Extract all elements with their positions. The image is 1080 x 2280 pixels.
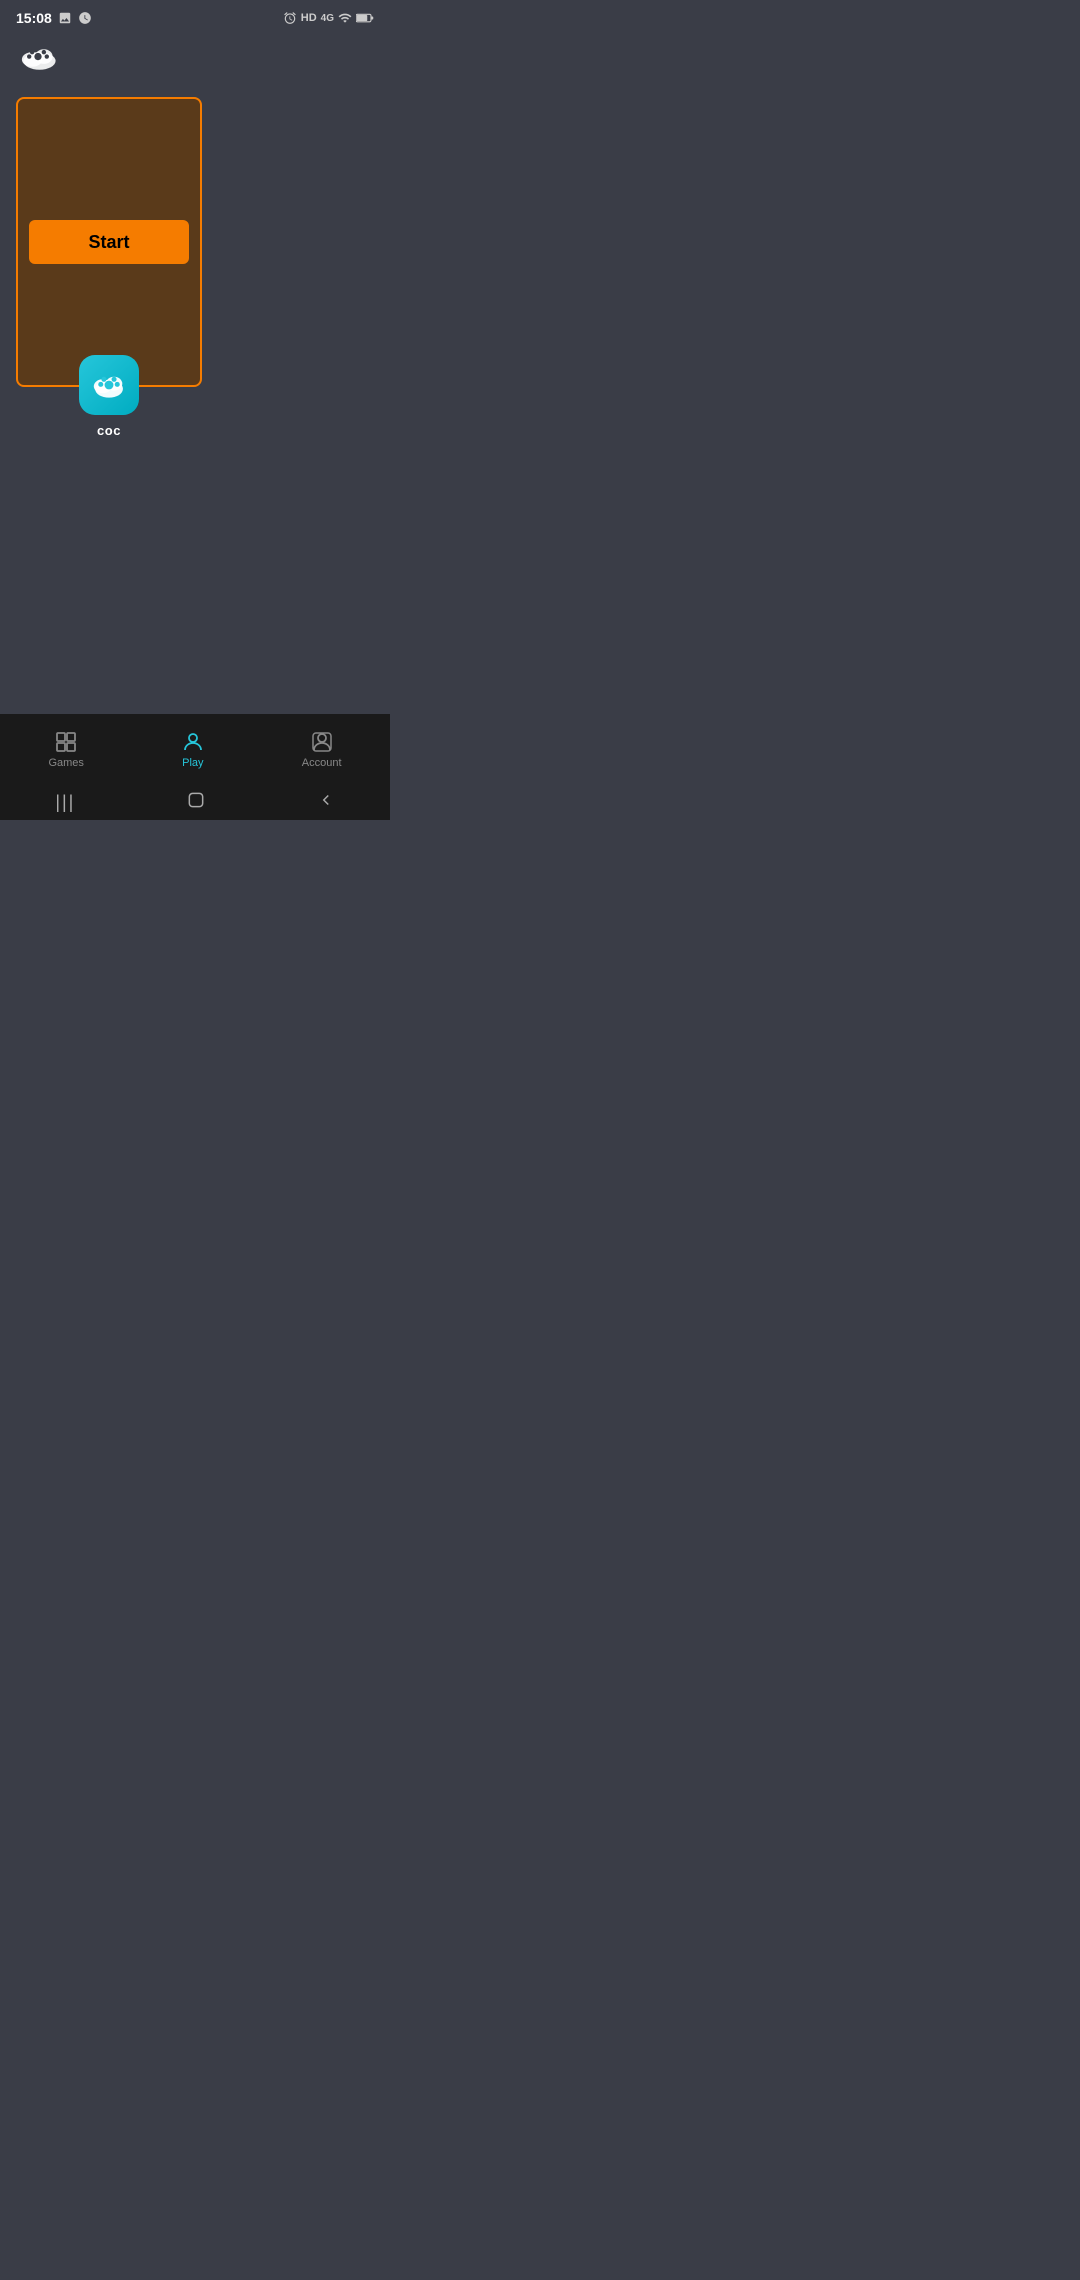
- account-icon: [310, 730, 334, 754]
- games-label: Games: [48, 757, 83, 769]
- play-label: Play: [182, 757, 203, 769]
- main-content: Start: [0, 89, 390, 714]
- bottom-nav: Games Play Account: [0, 714, 390, 784]
- account-label: Account: [302, 757, 342, 769]
- clock-icon: [78, 11, 92, 25]
- alarm-icon: [283, 11, 297, 25]
- start-button[interactable]: Start: [29, 220, 189, 264]
- paw-cloud-header-icon: [16, 40, 60, 76]
- game-card-wrapper: Start: [16, 97, 202, 438]
- hd-label: HD: [301, 12, 317, 24]
- battery-icon: [356, 11, 374, 25]
- home-button[interactable]: [186, 790, 206, 815]
- photo-icon: [58, 11, 72, 25]
- coc-paw-cloud-icon: [90, 366, 128, 404]
- 4g-label: 4G: [321, 13, 334, 24]
- games-icon: [54, 730, 78, 754]
- status-bar: 15:08 HD 4G: [0, 0, 390, 32]
- status-time: 15:08: [16, 10, 52, 26]
- status-left: 15:08: [16, 10, 92, 26]
- nav-item-games[interactable]: Games: [28, 726, 103, 773]
- back-button[interactable]: [317, 791, 335, 814]
- game-name: coc: [97, 423, 121, 438]
- nav-item-play[interactable]: Play: [161, 726, 225, 773]
- play-icon: [181, 730, 205, 754]
- app-icon-container: [79, 355, 139, 415]
- nav-item-account[interactable]: Account: [282, 726, 362, 773]
- app-header: [0, 32, 390, 89]
- signal-icon: [338, 11, 352, 25]
- app-icon[interactable]: [79, 355, 139, 415]
- game-card: Start: [16, 97, 202, 387]
- system-nav: |||: [0, 784, 390, 820]
- status-right: HD 4G: [283, 11, 374, 25]
- recent-apps-button[interactable]: |||: [55, 792, 75, 813]
